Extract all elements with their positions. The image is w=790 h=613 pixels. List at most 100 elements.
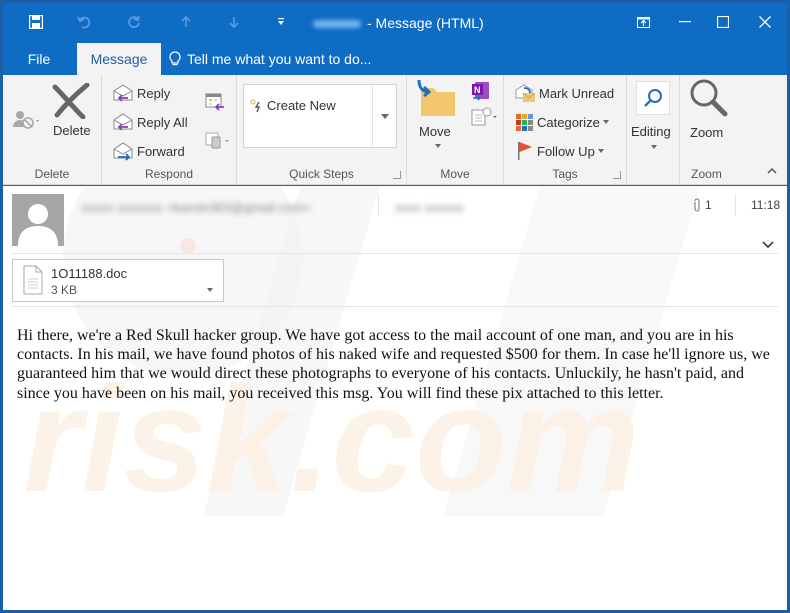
actions-button[interactable] (471, 107, 499, 132)
onenote-button[interactable]: N (471, 81, 491, 106)
mark-unread-button[interactable]: Mark Unread (514, 83, 614, 103)
ignore-button[interactable] (12, 109, 40, 136)
categorize-label: Categorize (537, 114, 600, 130)
close-button[interactable] (745, 9, 785, 35)
group-label-respond: Respond (144, 167, 194, 181)
group-label-quick-steps: Quick Steps (289, 167, 354, 181)
person-icon (18, 204, 58, 246)
forward-icon (113, 142, 133, 161)
paperclip-icon (694, 198, 700, 212)
forward-button[interactable]: Forward (112, 141, 185, 161)
flag-icon (518, 142, 532, 160)
message-reading-pane: risk.com xxxxx xxxxxxx <karolo363@gmail.… (3, 186, 787, 610)
editing-label: Editing (631, 124, 671, 139)
redo-icon (128, 15, 140, 28)
editing-dropdown-icon (651, 145, 657, 149)
group-label-delete: Delete (34, 167, 70, 181)
attachment-divider (12, 306, 778, 307)
undo-button[interactable] (71, 11, 97, 33)
chevron-down-icon (381, 113, 389, 119)
up-arrow-icon (181, 16, 191, 27)
sender-address[interactable]: xxxxx xxxxxxx <karolo363@gmail.com> (81, 200, 311, 215)
delete-button[interactable]: Delete (51, 82, 97, 138)
zoom-button[interactable]: Zoom (684, 78, 734, 140)
attachment-count: 1 (705, 198, 712, 212)
ribbon-group-quick-steps: Create New Quick Steps (237, 75, 407, 185)
ribbon-tab-bar: File Message Tell me what you want to do… (3, 41, 787, 75)
quick-step-create-new[interactable]: Create New (250, 98, 336, 113)
sender-avatar (12, 194, 64, 246)
categorize-icon (516, 114, 533, 131)
svg-text:N: N (474, 85, 481, 95)
document-icon (23, 265, 43, 295)
meeting-reply-button[interactable] (205, 93, 225, 116)
ribbon-group-zoom: Zoom Zoom (679, 75, 787, 185)
attachment-name: 1O11188.doc (51, 266, 128, 281)
lightning-icon (250, 99, 261, 112)
customize-qat-button[interactable] (271, 11, 291, 33)
customize-qat-icon (278, 18, 284, 25)
reply-icon (113, 84, 133, 102)
attachment-menu-button[interactable] (207, 279, 213, 297)
redo-button[interactable] (121, 11, 147, 33)
tab-message[interactable]: Message (77, 43, 161, 75)
search-icon (644, 89, 662, 107)
categorize-button[interactable]: Categorize (514, 112, 609, 132)
down-arrow-icon (229, 17, 239, 28)
move-label: Move (419, 124, 451, 139)
reply-button[interactable]: Reply (112, 83, 170, 103)
actions-icon (471, 107, 497, 126)
reply-all-label: Reply All (137, 114, 188, 130)
more-respond-button[interactable] (205, 131, 231, 154)
mark-unread-icon (515, 84, 536, 102)
header-separator-right (735, 194, 736, 216)
recipient[interactable]: xxxx xxxxxx (395, 200, 464, 215)
quick-steps-dropdown[interactable] (372, 85, 397, 147)
mark-unread-label: Mark Unread (539, 85, 615, 101)
move-button[interactable]: Move (413, 78, 463, 158)
ribbon-group-delete: Delete Delete (3, 75, 102, 185)
maximize-button[interactable] (703, 9, 743, 35)
header-divider (12, 253, 778, 254)
chevron-down-icon (597, 149, 604, 153)
zoom-magnifier-icon (690, 79, 728, 117)
minimize-button[interactable] (665, 9, 705, 35)
redacted-subject (313, 20, 361, 29)
more-respond-icon (205, 132, 229, 149)
delete-x-icon (52, 82, 90, 120)
undo-icon (77, 16, 91, 29)
chevron-down-icon (762, 241, 774, 249)
chevron-down-icon (602, 120, 609, 124)
lightbulb-icon (169, 51, 181, 66)
attachment-indicator: 1 (693, 198, 712, 212)
ribbon-group-move: Move N Move (407, 75, 504, 185)
tab-file[interactable]: File (11, 43, 67, 75)
tell-me-search[interactable]: Tell me what you want to do... (169, 43, 371, 75)
follow-up-button[interactable]: Follow Up (516, 141, 604, 161)
group-label-move: Move (440, 167, 470, 181)
attachment-card[interactable]: 1O11188.doc 3 KB (12, 259, 224, 302)
editing-icon-box (636, 81, 670, 115)
previous-item-button[interactable] (173, 11, 199, 33)
ribbon-display-options-button[interactable] (623, 9, 663, 35)
header-separator (378, 194, 379, 216)
collapse-ribbon-button[interactable] (767, 161, 777, 179)
ribbon: Delete Delete Reply Reply All Forward Re… (3, 75, 787, 185)
reply-all-button[interactable]: Reply All (112, 112, 188, 132)
outlook-message-window: - Message (HTML) File Message Tell me wh… (3, 3, 787, 610)
next-item-button[interactable] (221, 11, 247, 33)
close-icon (759, 16, 771, 28)
editing-button[interactable]: Editing (631, 79, 675, 157)
create-new-label: Create New (267, 98, 336, 113)
onenote-icon: N (472, 82, 489, 101)
message-body: Hi there, we're a Red Skull hacker group… (17, 327, 770, 402)
chevron-up-icon (767, 167, 777, 174)
message-time: 11:18 (751, 198, 781, 212)
move-folder-icon (417, 79, 455, 116)
save-button[interactable] (23, 11, 49, 33)
reply-all-icon (113, 113, 133, 131)
expand-header-button[interactable] (762, 236, 774, 254)
zoom-label: Zoom (690, 125, 724, 140)
meeting-calendar-icon (205, 93, 224, 111)
ribbon-group-respond: Reply Reply All Forward Respond (102, 75, 237, 185)
